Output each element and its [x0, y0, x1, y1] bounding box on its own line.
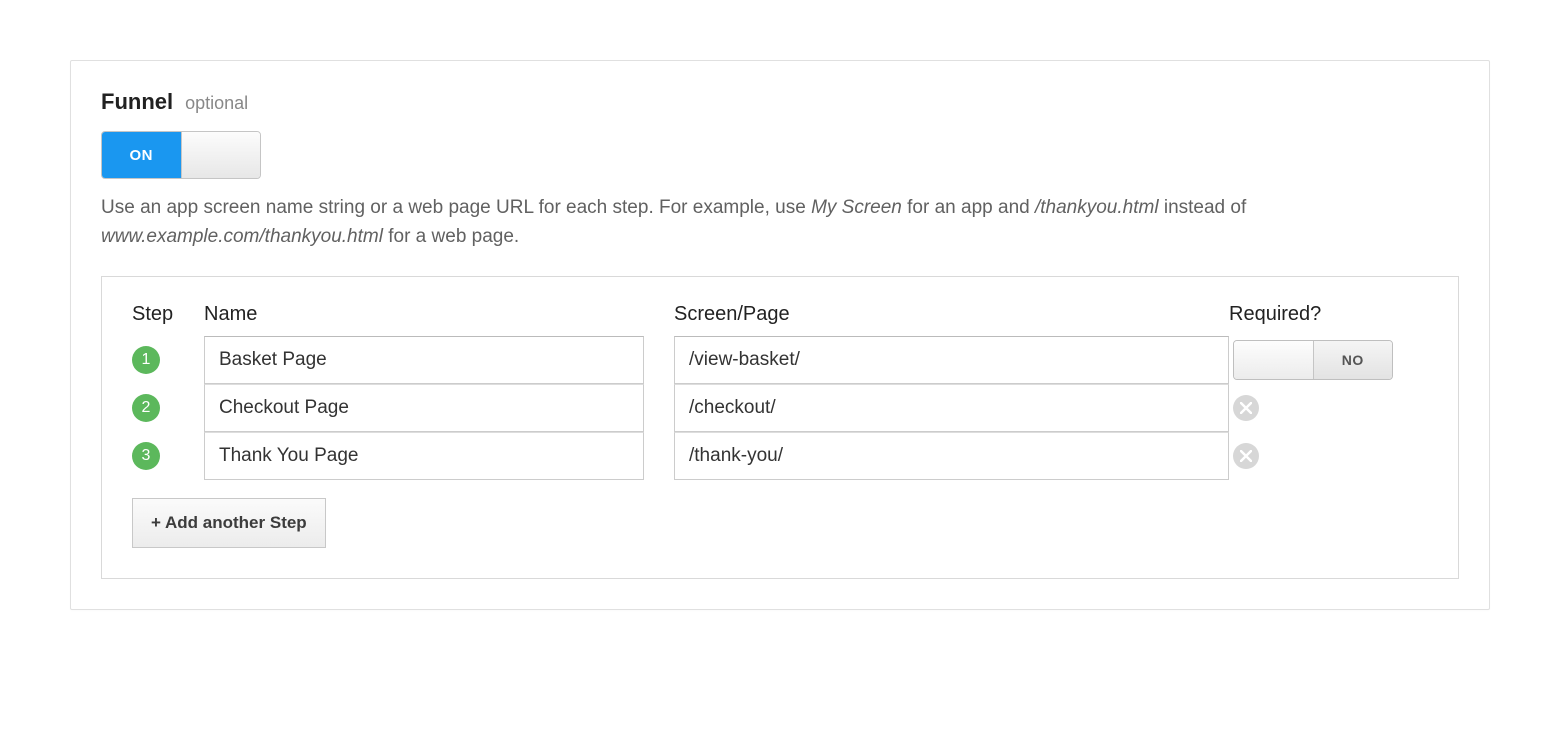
desc-text: instead of	[1159, 197, 1247, 218]
header-screen: Screen/Page	[674, 303, 1229, 336]
step-required-cell: NO	[1229, 336, 1399, 384]
desc-text: for a web page.	[383, 226, 519, 247]
header-step: Step	[132, 303, 204, 336]
close-icon	[1240, 450, 1252, 462]
funnel-title-row: Funnel optional	[101, 89, 1459, 115]
funnel-toggle-off	[181, 132, 261, 178]
delete-step-button[interactable]	[1233, 443, 1259, 469]
step-number-badge: 3	[132, 442, 160, 470]
delete-step-button[interactable]	[1233, 395, 1259, 421]
funnel-subtitle: optional	[185, 93, 248, 114]
desc-example-app: My Screen	[811, 197, 902, 218]
funnel-toggle-on: ON	[102, 132, 181, 178]
desc-example-path: /thankyou.html	[1035, 197, 1159, 218]
step-name-input[interactable]	[204, 432, 644, 480]
required-toggle-blank	[1234, 341, 1314, 379]
step-screen-input[interactable]	[674, 432, 1229, 480]
step-number-badge: 2	[132, 394, 160, 422]
step-number-cell: 1	[132, 336, 204, 384]
close-icon	[1240, 402, 1252, 414]
step-required-cell	[1229, 384, 1399, 432]
header-name: Name	[204, 303, 644, 336]
required-toggle-no: NO	[1314, 341, 1393, 379]
step-screen-input[interactable]	[674, 336, 1229, 384]
step-screen-input[interactable]	[674, 384, 1229, 432]
desc-text: Use an app screen name string or a web p…	[101, 197, 811, 218]
add-step-button[interactable]: + Add another Step	[132, 498, 326, 548]
desc-text: for an app and	[902, 197, 1035, 218]
funnel-toggle[interactable]: ON	[101, 131, 261, 179]
header-required: Required?	[1229, 303, 1399, 336]
step-number-cell: 2	[132, 384, 204, 432]
step-required-cell	[1229, 432, 1399, 480]
step-number-badge: 1	[132, 346, 160, 374]
funnel-panel: Funnel optional ON Use an app screen nam…	[70, 60, 1490, 610]
funnel-steps-box: Step Name Screen/Page Required? 1 NO 2	[101, 276, 1459, 579]
step-name-input[interactable]	[204, 336, 644, 384]
funnel-description: Use an app screen name string or a web p…	[101, 193, 1459, 252]
step-name-input[interactable]	[204, 384, 644, 432]
step-required-toggle[interactable]: NO	[1233, 340, 1393, 380]
desc-example-url: www.example.com/thankyou.html	[101, 226, 383, 247]
funnel-steps-grid: Step Name Screen/Page Required? 1 NO 2	[132, 303, 1428, 480]
funnel-title: Funnel	[101, 89, 173, 115]
step-number-cell: 3	[132, 432, 204, 480]
